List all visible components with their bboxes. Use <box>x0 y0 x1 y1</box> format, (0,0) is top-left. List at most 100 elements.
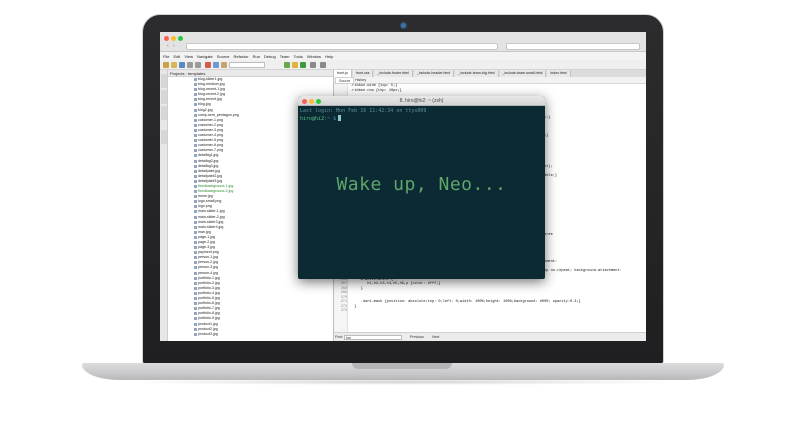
image-file-icon <box>194 174 197 178</box>
browser-search-box[interactable] <box>506 43 640 50</box>
file-name: portfolio-1.jpg <box>198 275 220 280</box>
laptop-shadow <box>120 379 686 385</box>
menu-debug[interactable]: Debug <box>264 54 276 59</box>
file-name: main-slider4.jpg <box>198 224 224 229</box>
projects-strip-tab[interactable] <box>161 74 167 88</box>
image-file-icon <box>194 251 197 255</box>
browser-maximize-icon[interactable] <box>178 36 183 41</box>
terminal-titlebar[interactable]: 8. hiro@hi2: ~ (zsh) <box>298 96 545 106</box>
image-file-icon <box>194 256 197 260</box>
image-file-icon <box>194 134 197 138</box>
menu-navigate[interactable]: Navigate <box>197 54 213 59</box>
menu-source[interactable]: Source <box>217 54 230 59</box>
file-name: portfolio-8.jpg <box>198 311 220 316</box>
back-arrow-icon[interactable]: ‹ <box>167 43 169 49</box>
image-file-icon <box>194 271 197 275</box>
editor-tab[interactable]: index.html <box>547 70 571 77</box>
clean-build-icon[interactable] <box>292 62 298 68</box>
file-name: logo.png <box>198 204 212 209</box>
image-file-icon <box>194 93 197 97</box>
image-file-icon <box>194 103 197 107</box>
file-list-item[interactable]: product3.jpg <box>168 332 333 337</box>
editor-tab[interactable]: _include-footer.html <box>374 70 413 77</box>
file-name: customer-7.png <box>198 148 223 153</box>
code-line: } <box>350 304 357 309</box>
menu-edit[interactable]: Edit <box>173 54 180 59</box>
menu-file[interactable]: File <box>163 54 169 59</box>
menu-view[interactable]: View <box>184 54 193 59</box>
menu-help[interactable]: Help <box>325 54 333 59</box>
find-previous-button[interactable]: Previous <box>410 335 424 339</box>
file-name: person-2.jpg <box>198 260 218 265</box>
image-file-icon <box>194 195 197 199</box>
image-file-icon <box>194 332 197 336</box>
find-value: bar <box>346 336 351 340</box>
file-name: fixedbackground-2.jpg <box>198 189 234 194</box>
menu-run[interactable]: Run <box>253 54 260 59</box>
file-name: blog.jpg <box>198 102 211 107</box>
editor-tab[interactable]: _include-header.html <box>413 70 455 77</box>
cut-icon[interactable] <box>205 62 211 68</box>
file-name: detailbg1.jpg <box>198 153 219 158</box>
editor-tab[interactable]: front.css <box>352 70 374 77</box>
image-file-icon <box>194 302 197 306</box>
file-name: customer-6.png <box>198 143 223 148</box>
image-file-icon <box>194 317 197 321</box>
find-bar: Find: bar Previous Next <box>334 332 646 341</box>
find-input[interactable]: bar <box>344 335 402 340</box>
build-icon[interactable] <box>284 62 290 68</box>
side-tool-strip <box>160 70 168 341</box>
tab-history[interactable]: History <box>352 77 369 84</box>
image-file-icon <box>194 281 197 285</box>
paste-icon[interactable] <box>221 62 227 68</box>
forward-arrow-icon[interactable]: › <box>173 43 175 49</box>
file-name: blog-recent.jpg <box>198 97 222 102</box>
navigator-strip-tab[interactable] <box>161 130 167 144</box>
image-file-icon <box>194 220 197 224</box>
image-file-icon <box>194 210 197 214</box>
image-file-icon <box>194 159 197 163</box>
save-icon[interactable] <box>179 62 185 68</box>
file-name: blog-recent-2.jpg <box>198 92 225 97</box>
editor-subbar: Source History <box>334 77 646 84</box>
image-file-icon <box>194 322 197 326</box>
file-name: person-3.jpg <box>198 265 218 270</box>
file-name: portfolio-4.jpg <box>198 290 220 295</box>
menu-window[interactable]: Window <box>307 54 321 59</box>
menu-tools[interactable]: Tools <box>294 54 303 59</box>
browser-minimize-icon[interactable] <box>171 36 176 41</box>
menu-refactor[interactable]: Refactor <box>233 54 248 59</box>
editor-tab[interactable]: front.js <box>334 70 352 77</box>
undo-icon[interactable] <box>187 62 193 68</box>
file-name: home.jpg <box>198 194 213 199</box>
copy-icon[interactable] <box>213 62 219 68</box>
redo-icon[interactable] <box>195 62 201 68</box>
image-file-icon <box>194 200 197 204</box>
config-select[interactable] <box>229 62 265 68</box>
debug-icon[interactable] <box>310 62 316 68</box>
menu-team[interactable]: Team <box>280 54 290 59</box>
services-strip-tab[interactable] <box>161 106 167 120</box>
image-file-icon <box>194 139 197 143</box>
file-name: main-slider3.jpg <box>198 219 224 224</box>
image-file-icon <box>194 154 197 158</box>
editor-tab[interactable]: _include-team-big.html <box>455 70 499 77</box>
files-strip-tab[interactable] <box>161 90 167 104</box>
address-bar[interactable] <box>186 43 498 50</box>
project-panel-title[interactable]: Projects · templates <box>168 70 333 77</box>
find-label: Find: <box>335 335 343 339</box>
editor-tab[interactable]: _include-team-small.html <box>499 70 547 77</box>
image-file-icon <box>194 266 197 270</box>
image-file-icon <box>194 261 197 265</box>
image-file-icon <box>194 169 197 173</box>
open-project-icon[interactable] <box>171 62 177 68</box>
prompt-suffix: :~ $ <box>324 116 337 122</box>
profile-icon[interactable] <box>320 62 326 68</box>
terminal-output[interactable]: Last login: Mon Feb 16 11:42:34 on ttys0… <box>300 108 543 123</box>
new-project-icon[interactable] <box>163 62 169 68</box>
find-next-button[interactable]: Next <box>432 335 439 339</box>
terminal-window[interactable]: 8. hiro@hi2: ~ (zsh) Last login: Mon Feb… <box>298 96 545 279</box>
browser-close-icon[interactable] <box>164 36 169 41</box>
run-icon[interactable] <box>300 62 306 68</box>
file-name: man.jpg <box>198 229 211 234</box>
